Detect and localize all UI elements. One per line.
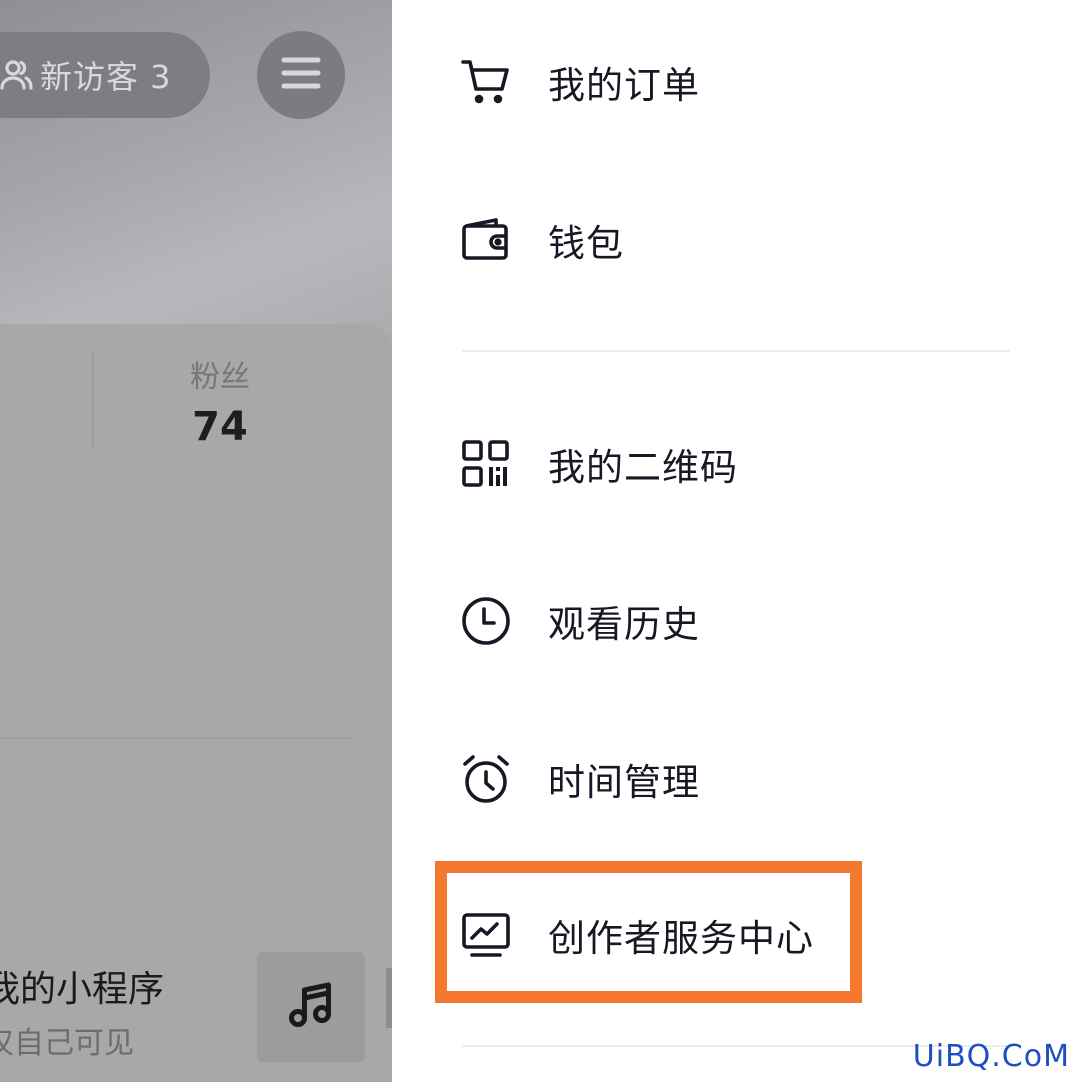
alarm-clock-icon bbox=[460, 753, 512, 805]
highlight-box bbox=[435, 861, 862, 1003]
visitors-icon bbox=[0, 57, 34, 93]
mini-program-subtitle: 仅自己可见 bbox=[0, 1026, 134, 1061]
followers-count: 74 bbox=[192, 404, 248, 450]
clock-icon bbox=[460, 595, 512, 647]
menu-item-label: 我的二维码 bbox=[548, 446, 738, 489]
hamburger-menu-button[interactable] bbox=[257, 31, 345, 119]
menu-item-label: 观看历史 bbox=[548, 603, 700, 646]
stat-divider bbox=[92, 352, 94, 448]
menu-item-my-qr-code[interactable]: 我的二维码 bbox=[460, 424, 738, 504]
mini-program-title[interactable]: 我的小程序 bbox=[0, 960, 164, 1012]
watermark: UiBQ.CoM bbox=[912, 1039, 1070, 1074]
menu-item-watch-history[interactable]: 观看历史 bbox=[460, 581, 700, 661]
menu-item-my-orders[interactable]: 我的订单 bbox=[460, 42, 700, 122]
section-divider bbox=[0, 737, 352, 739]
followers-stat[interactable]: 粉丝 74 bbox=[160, 352, 280, 450]
music-tile[interactable] bbox=[257, 952, 365, 1062]
profile-page-dimmed: 新访客 3 粉丝 74 我的小程序 仅自己可见 bbox=[0, 0, 392, 1082]
menu-item-wallet[interactable]: 钱包 bbox=[460, 200, 624, 280]
drawer-divider bbox=[462, 350, 1010, 352]
hamburger-icon bbox=[281, 56, 321, 94]
cart-icon bbox=[460, 56, 512, 108]
menu-item-label: 钱包 bbox=[548, 222, 624, 265]
wallet-icon bbox=[460, 214, 512, 266]
followers-label: 粉丝 bbox=[190, 360, 250, 395]
new-visitors-label: 新访客 3 bbox=[40, 58, 172, 96]
menu-item-label: 我的订单 bbox=[548, 64, 700, 107]
music-note-icon bbox=[286, 980, 336, 1034]
menu-item-label: 时间管理 bbox=[548, 761, 700, 804]
qr-code-icon bbox=[460, 438, 512, 490]
menu-item-time-management[interactable]: 时间管理 bbox=[460, 739, 700, 819]
new-visitors-button[interactable]: 新访客 3 bbox=[0, 32, 210, 118]
